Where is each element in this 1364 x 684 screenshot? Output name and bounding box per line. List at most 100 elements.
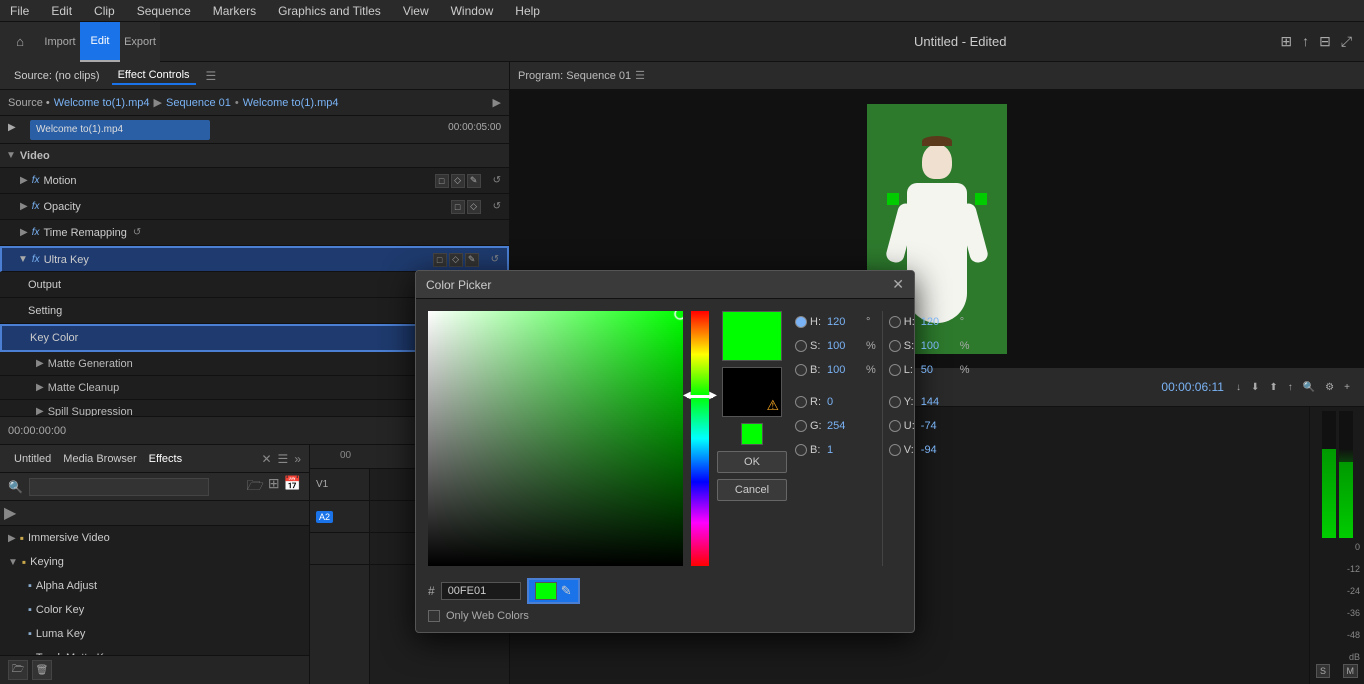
h-radio-left[interactable] [795,316,807,328]
video-expand-arrow[interactable]: ▼ [6,150,16,161]
keying-item[interactable]: ▼ ▪ Keying [0,550,309,574]
motion-row[interactable]: ▶ fx Motion □ ◇ ✎ ↺ [0,168,509,194]
ultra-key-toggle-2[interactable]: ◇ [449,253,463,267]
settings-icon[interactable]: ⊟ [1319,33,1331,50]
gradient-canvas[interactable] [428,311,683,566]
reset-meter-btn[interactable]: S [1316,664,1330,678]
v-radio[interactable] [889,444,901,456]
effects-menu-icon[interactable]: ☰ [278,452,289,466]
r-radio[interactable] [795,396,807,408]
s-radio-right[interactable] [889,340,901,352]
effect-controls-tab[interactable]: Effect Controls [112,67,196,85]
effects-tab[interactable]: Effects [143,451,188,467]
panel-menu-icon[interactable]: ☰ [206,69,217,83]
add-btn[interactable]: + [1340,378,1354,397]
effects-select-tool[interactable]: ▶ [4,503,16,523]
menu-file[interactable]: File [6,2,33,20]
time-remap-row[interactable]: ▶ fx Time Remapping ↺ [0,220,509,246]
effects-search-input[interactable] [29,478,209,496]
fullscreen-icon[interactable]: ⊞ [1280,33,1292,50]
track-matte-item[interactable]: ▪ Track Matte Key [0,646,309,655]
insert-btn[interactable]: ↓ [1232,378,1245,397]
motion-toggle-2[interactable]: ◇ [451,174,465,188]
menu-view[interactable]: View [399,2,433,20]
overwrite-btn[interactable]: ⬇ [1247,378,1263,397]
menu-edit[interactable]: Edit [47,2,76,20]
keying-expand[interactable]: ▼ [8,557,18,568]
time-remap-reset[interactable]: ↺ [133,227,141,238]
web-colors-checkbox[interactable] [428,610,440,622]
source-clip-name[interactable]: Welcome to(1).mp4 [54,97,150,109]
opacity-reset[interactable]: ↺ [493,201,501,212]
menu-window[interactable]: Window [447,2,498,20]
menu-markers[interactable]: Markers [209,2,260,20]
menu-clip[interactable]: Clip [90,2,119,20]
nav-import-label[interactable]: Import [40,22,80,62]
u-radio[interactable] [889,420,901,432]
g-radio[interactable] [795,420,807,432]
ultra-key-eyedrop[interactable]: ✎ [465,253,479,267]
effects-close-btn[interactable]: ✕ [261,452,271,466]
motion-eyedrop[interactable]: ✎ [467,174,481,188]
luma-key-item[interactable]: ▪ Luma Key [0,622,309,646]
ultra-key-toggle-1[interactable]: □ [433,253,447,267]
sequence-name[interactable]: Sequence 01 [166,97,231,109]
color-gradient-area[interactable] [428,311,683,566]
motion-expand[interactable]: ▶ [20,175,28,186]
matte-gen-expand[interactable]: ▶ [36,358,44,369]
y-radio[interactable] [889,396,901,408]
nav-import[interactable]: ⌂ [0,22,40,62]
menu-sequence[interactable]: Sequence [133,2,195,20]
settings-ctrl-btn[interactable]: ⚙ [1321,378,1338,397]
opacity-toggle-1[interactable]: □ [451,200,465,214]
effects-expand-icon[interactable]: » [294,452,301,466]
media-browser-tab[interactable]: Media Browser [57,451,142,467]
cancel-button[interactable]: Cancel [717,479,787,501]
ultra-key-expand[interactable]: ▼ [18,254,28,265]
menu-graphics[interactable]: Graphics and Titles [274,2,385,20]
ok-button[interactable]: OK [717,451,787,473]
hex-input[interactable] [441,582,521,600]
resize-icon[interactable]: ⤢ [1341,33,1352,50]
untitled-tab[interactable]: Untitled [8,451,57,467]
motion-reset[interactable]: ↺ [493,175,501,186]
immersive-expand[interactable]: ▶ [8,533,16,544]
spill-expand[interactable]: ▶ [36,406,44,416]
b2-radio[interactable] [795,444,807,456]
l-radio[interactable] [889,364,901,376]
opacity-toggle-2[interactable]: ◇ [467,200,481,214]
alpha-adjust-item[interactable]: ▪ Alpha Adjust [0,574,309,598]
menu-help[interactable]: Help [511,2,544,20]
export-icon[interactable]: ↑ [1302,33,1309,50]
path-navigate-icon[interactable]: ▶ [493,96,501,109]
new-folder-icon[interactable]: 🗁 [246,475,263,499]
nav-edit-label[interactable]: Edit [80,22,120,62]
immersive-video-item[interactable]: ▶ ▪ Immersive Video [0,526,309,550]
motion-toggle-1[interactable]: □ [435,174,449,188]
opacity-row[interactable]: ▶ fx Opacity □ ◇ ↺ [0,194,509,220]
zoom-btn[interactable]: 🔍 [1299,378,1319,397]
nav-export-label[interactable]: Export [120,22,160,62]
dialog-close-btn[interactable]: ✕ [892,276,904,293]
lift-btn[interactable]: ⬆ [1265,378,1281,397]
hue-slider[interactable] [691,311,709,566]
delete-btn[interactable]: 🗑 [32,660,52,680]
clip-name[interactable]: Welcome to(1).mp4 [243,97,339,109]
color-key-item[interactable]: ▪ Color Key [0,598,309,622]
new-bin-btn[interactable]: 🗁 [8,660,28,680]
source-tab[interactable]: Source: (no clips) [8,68,106,84]
h-radio-right[interactable] [889,316,901,328]
time-remap-expand[interactable]: ▶ [20,227,28,238]
program-menu-icon[interactable]: ☰ [635,69,645,82]
hex-eyedropper[interactable]: ✎ [561,583,572,599]
matte-clean-expand[interactable]: ▶ [36,382,44,393]
calendar-icon[interactable]: 📅 [284,475,301,499]
meter-settings-btn[interactable]: M [1343,664,1359,678]
list-icon[interactable]: ⊞ [268,475,280,499]
ultra-key-reset[interactable]: ↺ [491,254,499,265]
s-radio-left[interactable] [795,340,807,352]
extract-btn[interactable]: ↑ [1284,378,1297,397]
opacity-expand[interactable]: ▶ [20,201,28,212]
b-radio-left[interactable] [795,364,807,376]
ultra-key-row[interactable]: ▼ fx Ultra Key □ ◇ ✎ ↺ [0,246,509,272]
